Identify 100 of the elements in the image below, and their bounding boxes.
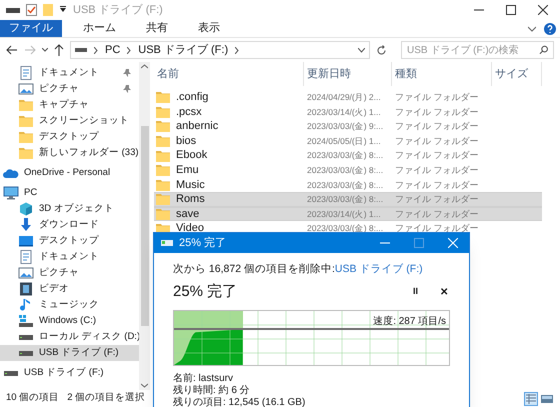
maximize-icon[interactable] <box>506 5 516 15</box>
modified-date: 2023/03/14/(火) 1... <box>307 106 381 117</box>
sidebar-item[interactable]: USB ドライブ (F:) <box>0 345 139 361</box>
sidebar-item[interactable]: ミュージック <box>0 297 139 313</box>
ribbon-tab[interactable]: 共有 <box>137 20 177 37</box>
folder-icon <box>156 193 170 206</box>
sidebar-item[interactable]: PC <box>0 185 139 201</box>
cancel-button[interactable]: ✕ <box>440 284 448 300</box>
target-link[interactable]: USB ドライブ (F:) <box>334 262 423 278</box>
chevron-down-icon[interactable] <box>42 48 48 52</box>
file-name: .pcsx <box>176 104 202 120</box>
file-row[interactable]: Roms 2023/03/03/(金) 8:... ファイル フォルダー <box>154 192 542 207</box>
breadcrumb-item[interactable]: PC <box>105 42 120 58</box>
file-name: bios <box>176 134 196 149</box>
details-view-icon <box>526 394 536 404</box>
scroll-down-icon[interactable] <box>141 383 148 388</box>
sidebar-item[interactable]: ビデオ <box>0 281 139 297</box>
address-field[interactable]: PC USB ドライブ (F:) <box>70 41 370 59</box>
help-icon[interactable] <box>544 22 556 34</box>
folder-icon <box>18 114 34 128</box>
chevron-right-icon <box>235 46 240 54</box>
file-type: ファイル フォルダー <box>395 92 479 102</box>
file-type: ファイル フォルダー <box>395 208 479 219</box>
details-view-button[interactable] <box>524 392 538 406</box>
sidebar-item[interactable]: 新しいフォルダー (33) <box>0 145 139 161</box>
file-type: ファイル フォルダー <box>395 223 479 234</box>
sidebar-item[interactable]: スクリーンショット <box>0 113 139 129</box>
progress-heading: 25% 完了 <box>173 282 238 302</box>
sidebar-item[interactable]: ダウンロード <box>0 217 139 233</box>
chevron-right-icon <box>94 46 98 54</box>
modified-date: 2023/03/03/(金) 8:... <box>307 150 384 160</box>
folder-icon <box>156 91 170 104</box>
file-name: Ebook <box>176 148 208 164</box>
modified-date: 2024/04/29/(月) 2... <box>307 92 381 102</box>
sidebar-item[interactable]: デスクトップ <box>0 129 139 145</box>
file-name: save <box>176 206 200 222</box>
refresh-icon[interactable] <box>376 44 387 56</box>
search-icon <box>538 45 548 55</box>
chevron-down-icon[interactable] <box>528 26 536 32</box>
back-arrow-icon[interactable] <box>6 45 18 55</box>
sidebar-item[interactable]: ドキュメント <box>0 65 139 81</box>
dialog-title: 25% 完了 <box>179 236 226 251</box>
drive-icon <box>161 240 173 246</box>
modified-date: 2024/05/05/(日) 1... <box>307 136 381 146</box>
cube-icon <box>18 202 34 216</box>
sidebar-item[interactable]: OneDrive - Personal <box>0 165 139 181</box>
file-row[interactable]: Ebook 2023/03/03/(金) 8:... ファイル フォルダー <box>154 148 542 163</box>
sidebar-item[interactable]: デスクトップ <box>0 233 139 249</box>
ribbon-tab[interactable]: ファイル <box>0 20 62 37</box>
column-header[interactable]: サイズ <box>492 62 542 86</box>
drive-icon <box>75 47 87 53</box>
folder-icon <box>156 178 170 191</box>
window-title: USB ドライブ (F:) <box>73 2 163 18</box>
chevron-down-icon[interactable] <box>358 48 365 52</box>
sidebar-item[interactable]: USB ドライブ (F:) <box>0 365 139 381</box>
file-row[interactable]: Music 2023/03/03/(金) 8:... ファイル フォルダー <box>154 178 542 192</box>
folder-icon <box>156 135 170 148</box>
file-row[interactable]: anbernic 2023/03/03/(金) 9:... ファイル フォルダー <box>154 119 542 134</box>
file-row[interactable]: .pcsx 2023/03/14/(火) 1... ファイル フォルダー <box>154 104 542 120</box>
monitor-icon <box>3 186 19 200</box>
scrollbar-thumb[interactable] <box>140 126 148 326</box>
folder-icon <box>156 208 170 220</box>
folder-icon <box>18 146 34 160</box>
column-header[interactable]: 種類 <box>392 62 492 86</box>
file-row[interactable]: save 2023/03/14/(火) 1... ファイル フォルダー <box>154 206 542 222</box>
column-header[interactable]: 更新日時 <box>304 62 392 86</box>
breadcrumb-item[interactable]: USB ドライブ (F:) <box>138 42 228 58</box>
sidebar-item[interactable]: ピクチャ <box>0 265 139 281</box>
checkbox-icon[interactable] <box>26 4 37 16</box>
file-row[interactable]: bios 2024/05/05/(日) 1... ファイル フォルダー <box>154 134 542 148</box>
sidebar-item[interactable]: ピクチャ <box>0 81 139 97</box>
folder-icon <box>18 130 34 144</box>
selection-count: 2 個の項目を選択 <box>67 391 146 406</box>
sidebar-item[interactable]: Windows (C:) <box>0 313 139 329</box>
scroll-up-icon[interactable] <box>141 64 148 69</box>
folder-icon <box>156 164 170 176</box>
file-name: Roms <box>176 192 205 208</box>
file-type: ファイル フォルダー <box>395 106 479 117</box>
file-type: ファイル フォルダー <box>395 180 479 190</box>
scrollbar[interactable] <box>139 62 150 390</box>
folder-icon <box>156 106 170 118</box>
ribbon-tab[interactable]: ホーム <box>74 20 125 37</box>
detail-line: 残りの項目: 12,545 (16.1 GB) <box>173 397 306 407</box>
sidebar-item[interactable]: ドキュメント <box>0 249 139 265</box>
pause-button[interactable]: II <box>412 285 418 299</box>
sidebar-item[interactable]: キャプチャ <box>0 97 139 113</box>
search-field[interactable]: USB ドライブ (F:)の検索 <box>401 41 554 59</box>
chevron-right-icon <box>127 46 132 54</box>
up-arrow-icon[interactable] <box>54 44 64 56</box>
column-header[interactable]: 名前 <box>154 62 304 86</box>
ribbon-tab[interactable]: 表示 <box>189 20 229 37</box>
close-icon[interactable] <box>538 5 548 15</box>
folder-icon <box>156 120 170 132</box>
dropdown-icon[interactable] <box>59 6 67 14</box>
sidebar-item[interactable]: 3D オブジェクト <box>0 201 139 217</box>
document-icon <box>18 66 34 80</box>
modified-date: 2023/03/03/(金) 8:... <box>307 180 384 190</box>
file-row[interactable]: .config 2024/04/29/(月) 2... ファイル フォルダー <box>154 90 542 105</box>
file-row[interactable]: Emu 2023/03/03/(金) 8:... ファイル フォルダー <box>154 162 542 178</box>
document-icon <box>18 250 34 264</box>
